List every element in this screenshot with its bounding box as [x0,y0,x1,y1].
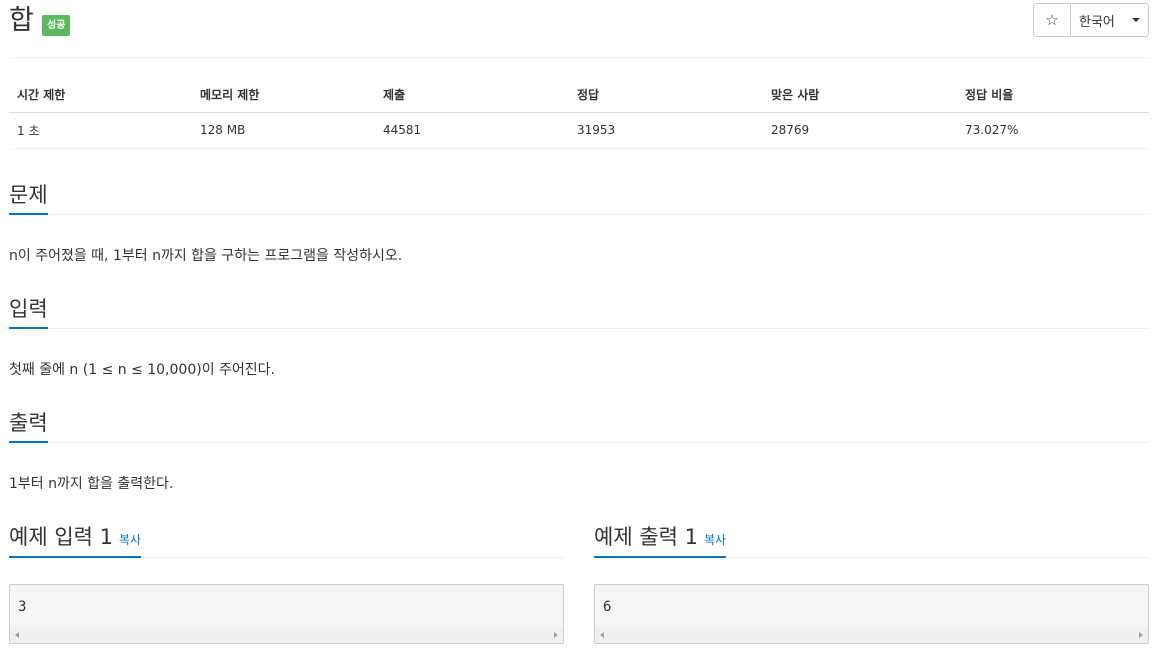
scroll-left-arrow-icon[interactable] [15,632,19,638]
sample-input-box[interactable]: 3 [9,584,564,644]
header-accepted: 정답 [569,78,763,113]
language-dropdown[interactable]: 한국어 [1071,3,1149,37]
cell-solved-users: 28769 [763,112,957,149]
star-icon: ☆ [1045,11,1059,29]
scroll-right-arrow-icon[interactable] [1139,632,1143,638]
header-button-group: ☆ 한국어 [1033,3,1149,37]
favorite-button[interactable]: ☆ [1033,3,1071,37]
sample-output-value: 6 [603,599,612,615]
sample-output-title: 예제 출력 1 [594,525,698,549]
header-time-limit: 시간 제한 [9,78,192,113]
scroll-left-arrow-icon[interactable] [600,632,604,638]
table-header-row: 시간 제한 메모리 제한 제출 정답 맞은 사람 정답 비율 [9,78,1149,113]
sample-input-value: 3 [18,599,27,615]
horizontal-scrollbar[interactable] [10,627,563,643]
sample-input-title: 예제 입력 1 [9,525,113,549]
copy-sample-input-link[interactable]: 복사 [119,533,141,547]
header-memory-limit: 메모리 제한 [192,78,375,113]
sample-input-section: 예제 입력 1 복사 3 [9,520,564,644]
output-section: 출력 1부터 n까지 합을 출력한다. [9,408,1149,494]
problem-section-title: 문제 [9,180,48,215]
output-section-title: 출력 [9,408,48,443]
language-label: 한국어 [1079,14,1115,30]
input-description: 첫째 줄에 n (1 ≤ n ≤ 10,000)이 주어진다. [9,362,275,378]
cell-time-limit: 1 초 [9,112,192,149]
header-submissions: 제출 [375,78,569,113]
table-row: 1 초 128 MB 44581 31953 28769 73.027% [9,112,1149,149]
sample-output-title-wrap: 예제 출력 1 복사 [594,520,727,558]
copy-sample-output-link[interactable]: 복사 [704,533,726,547]
cell-memory-limit: 128 MB [192,112,375,149]
page-title: 합 [9,5,34,36]
output-section-header: 출력 [9,408,1149,443]
problem-section-header: 문제 [9,180,1149,215]
sample-output-header: 예제 출력 1 복사 [594,520,1149,558]
header-solved-users: 맞은 사람 [763,78,957,113]
problem-info-table: 시간 제한 메모리 제한 제출 정답 맞은 사람 정답 비율 1 초 128 M… [9,78,1149,149]
output-description: 1부터 n까지 합을 출력한다. [9,476,174,492]
scroll-right-arrow-icon[interactable] [554,632,558,638]
sample-input-title-wrap: 예제 입력 1 복사 [9,520,142,558]
problem-section: 문제 n이 주어졌을 때, 1부터 n까지 합을 구하는 프로그램을 작성하시오… [9,180,1149,266]
cell-accept-ratio: 73.027% [957,112,1149,149]
cell-accepted: 31953 [569,112,763,149]
header-divider [9,57,1149,58]
sample-output-box[interactable]: 6 [594,584,1149,644]
header-accept-ratio: 정답 비율 [957,78,1149,113]
input-section: 입력 첫째 줄에 n (1 ≤ n ≤ 10,000)이 주어진다. [9,294,1149,380]
horizontal-scrollbar[interactable] [595,627,1148,643]
caret-down-icon [1132,18,1140,22]
cell-submissions: 44581 [375,112,569,149]
input-section-title: 입력 [9,294,48,329]
problem-description: n이 주어졌을 때, 1부터 n까지 합을 구하는 프로그램을 작성하시오. [9,248,403,264]
status-badge: 성공 [42,15,71,36]
input-section-header: 입력 [9,294,1149,329]
sample-input-header: 예제 입력 1 복사 [9,520,564,558]
sample-output-section: 예제 출력 1 복사 6 [594,520,1149,644]
